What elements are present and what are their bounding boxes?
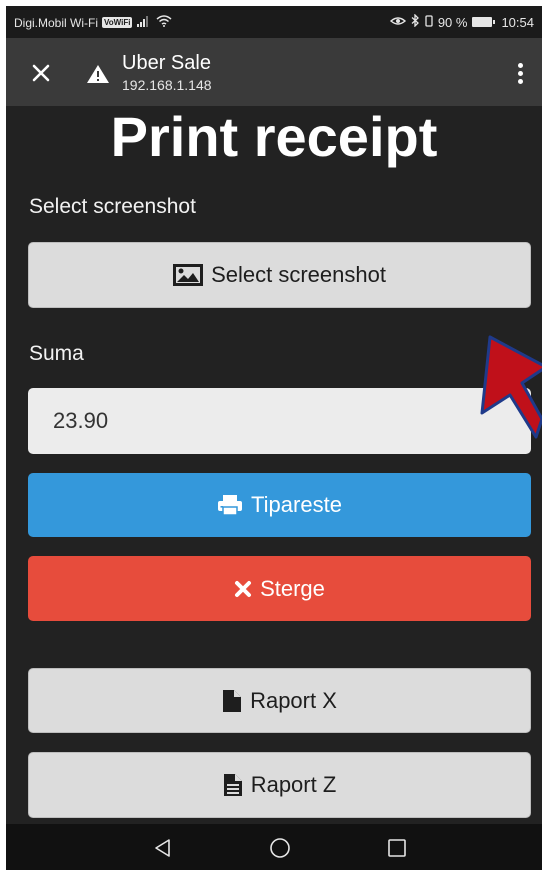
vowifi-badge: VoWiFi (102, 17, 133, 28)
print-label: Tipareste (251, 492, 342, 517)
warning-icon (86, 64, 110, 89)
close-button[interactable] (24, 56, 58, 90)
back-icon (155, 839, 170, 857)
carrier-label: Digi.Mobil Wi-Fi (14, 15, 98, 30)
amount-value: 23.90 (53, 408, 109, 433)
status-bar: Digi.Mobil Wi-Fi VoWiFi 90 % 10:54 (6, 6, 542, 38)
delete-label: Sterge (260, 575, 325, 601)
phone-screen: Digi.Mobil Wi-Fi VoWiFi 90 % 10:54 Uber … (6, 6, 542, 870)
select-screenshot-button[interactable]: Select screenshot (28, 242, 531, 308)
file-text-icon (223, 774, 242, 796)
vibrate-icon (425, 14, 433, 30)
home-icon (270, 838, 290, 858)
amount-label: Suma (29, 342, 84, 365)
back-button[interactable] (151, 836, 175, 860)
recents-icon (388, 839, 406, 857)
battery-icon (472, 17, 496, 27)
report-x-button[interactable]: Raport X (28, 668, 531, 733)
more-options-button[interactable] (508, 58, 532, 88)
recents-button[interactable] (385, 836, 409, 860)
select-screenshot-label: Select screenshot (211, 262, 386, 287)
eye-comfort-icon (389, 15, 406, 30)
file-icon (223, 689, 242, 712)
navigation-bar (6, 824, 542, 870)
report-z-label: Raport Z (250, 772, 337, 797)
app-title: Uber Sale (122, 52, 211, 74)
clock: 10:54 (501, 14, 534, 30)
app-bar: Uber Sale 192.168.1.148 (6, 38, 542, 106)
close-icon (32, 64, 50, 82)
delete-button[interactable]: Sterge (28, 556, 531, 621)
report-z-button[interactable]: Raport Z (28, 752, 531, 818)
screenshot-label: Select screenshot (29, 195, 196, 218)
print-button[interactable]: Tipareste (28, 473, 531, 537)
wifi-icon (156, 15, 172, 30)
bluetooth-icon (411, 13, 420, 30)
battery-percent: 90 % (437, 14, 468, 30)
close-icon (235, 580, 252, 597)
app-url: 192.168.1.148 (122, 77, 212, 93)
annotation-arrow-icon (480, 335, 542, 439)
signal-icon (136, 15, 152, 30)
more-vert-icon (517, 62, 523, 68)
print-icon (218, 495, 243, 516)
page-title: Print receipt (110, 105, 438, 168)
amount-input[interactable]: 23.90 (28, 388, 531, 454)
image-icon (173, 264, 204, 286)
home-button[interactable] (268, 836, 292, 860)
report-x-label: Raport X (250, 687, 337, 713)
